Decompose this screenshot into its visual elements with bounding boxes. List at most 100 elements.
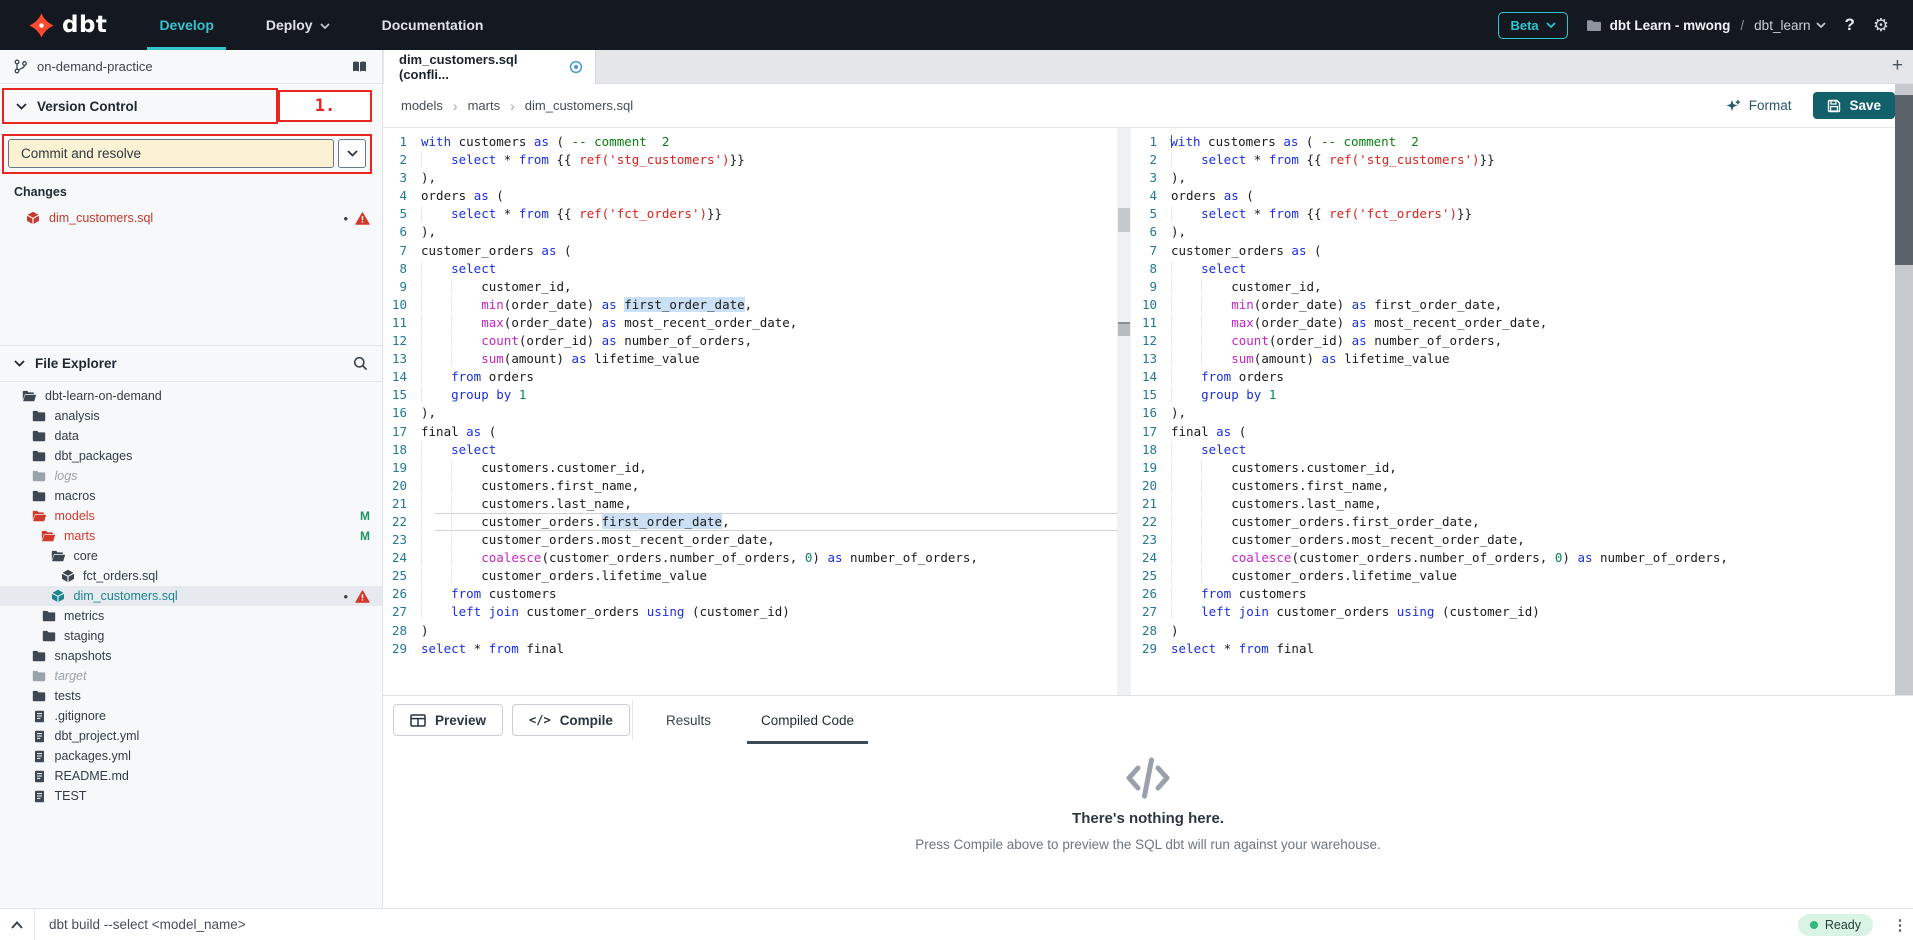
code-line-5[interactable]: 5 select * from {{ ref('fct_orders')}} xyxy=(383,205,1117,223)
code-line-16[interactable]: 16), xyxy=(1133,404,1878,422)
code-line-9[interactable]: 9 customer_id, xyxy=(1133,278,1878,296)
code-line-6[interactable]: 6), xyxy=(1133,223,1878,241)
dbt-logo[interactable]: dbt xyxy=(0,12,133,39)
code-line-27[interactable]: 27 left join customer_orders using (cust… xyxy=(1133,603,1878,621)
code-line-29[interactable]: 29select * from final xyxy=(1133,640,1878,658)
tree-item-target[interactable]: target xyxy=(0,666,382,686)
tree-item-packages-yml[interactable]: packages.yml xyxy=(0,746,382,766)
tree-item-metrics[interactable]: metrics xyxy=(0,606,382,626)
code-line-6[interactable]: 6), xyxy=(383,223,1117,241)
code-line-26[interactable]: 26 from customers xyxy=(1133,585,1878,603)
code-line-29[interactable]: 29select * from final xyxy=(383,640,1117,658)
search-icon[interactable] xyxy=(353,356,368,371)
tree-item-marts[interactable]: martsM xyxy=(0,526,382,546)
scrollbar-thumb[interactable] xyxy=(1895,95,1913,265)
code-line-15[interactable]: 15 group by 1 xyxy=(1133,386,1878,404)
docs-book-icon[interactable] xyxy=(351,60,368,74)
code-line-19[interactable]: 19 customers.customer_id, xyxy=(383,459,1117,477)
tree-item-fct-orders-sql[interactable]: fct_orders.sql xyxy=(0,566,382,586)
code-line-19[interactable]: 19 customers.customer_id, xyxy=(1133,459,1878,477)
command-input[interactable]: dbt build --select <model_name> xyxy=(35,917,1798,932)
code-line-10[interactable]: 10 min(order_date) as first_order_date, xyxy=(383,296,1117,314)
commit-dropdown-button[interactable] xyxy=(338,139,366,168)
code-line-4[interactable]: 4orders as ( xyxy=(383,187,1117,205)
code-line-17[interactable]: 17final as ( xyxy=(1133,423,1878,441)
tab-dim-customers[interactable]: dim_customers.sql (confli... xyxy=(384,50,596,84)
code-line-23[interactable]: 23 customer_orders.most_recent_order_dat… xyxy=(383,531,1117,549)
tree-item-dbt-project-yml[interactable]: dbt_project.yml xyxy=(0,726,382,746)
code-line-11[interactable]: 11 max(order_date) as most_recent_order_… xyxy=(383,314,1117,332)
branch-selector[interactable]: on-demand-practice xyxy=(0,50,382,84)
editor-pane-left[interactable]: 1with customers as ( -- comment 22 selec… xyxy=(383,128,1117,695)
code-line-20[interactable]: 20 customers.first_name, xyxy=(1133,477,1878,495)
code-line-24[interactable]: 24 coalesce(customer_orders.number_of_or… xyxy=(383,549,1117,567)
changed-file-dim-customers[interactable]: dim_customers.sql • xyxy=(0,207,382,229)
code-line-22[interactable]: 22 customer_orders.first_order_date, xyxy=(383,513,1117,531)
code-line-11[interactable]: 11 max(order_date) as most_recent_order_… xyxy=(1133,314,1878,332)
code-line-14[interactable]: 14 from orders xyxy=(1133,368,1878,386)
gear-icon[interactable]: ⚙ xyxy=(1873,15,1889,36)
code-line-13[interactable]: 13 sum(amount) as lifetime_value xyxy=(383,350,1117,368)
new-tab-button[interactable]: + xyxy=(1892,55,1903,77)
code-line-8[interactable]: 8 select xyxy=(1133,260,1878,278)
tree-item-dbt-learn-on-demand[interactable]: dbt-learn-on-demand xyxy=(0,386,382,406)
save-button[interactable]: Save xyxy=(1813,92,1895,119)
compile-button[interactable]: </> Compile xyxy=(512,704,630,736)
version-control-header[interactable]: Version Control xyxy=(2,88,278,124)
code-line-3[interactable]: 3), xyxy=(383,169,1117,187)
tree-item-snapshots[interactable]: snapshots xyxy=(0,646,382,666)
code-line-21[interactable]: 21 customers.last_name, xyxy=(383,495,1117,513)
code-line-7[interactable]: 7customer_orders as ( xyxy=(1133,242,1878,260)
tab-results[interactable]: Results xyxy=(666,696,711,744)
code-line-8[interactable]: 8 select xyxy=(383,260,1117,278)
account-project-switcher[interactable]: dbt Learn - mwong / dbt_learn xyxy=(1586,18,1827,33)
code-line-25[interactable]: 25 customer_orders.lifetime_value xyxy=(383,567,1117,585)
tree-item-logs[interactable]: logs xyxy=(0,466,382,486)
code-line-14[interactable]: 14 from orders xyxy=(383,368,1117,386)
nav-deploy[interactable]: Deploy xyxy=(240,0,356,50)
code-line-17[interactable]: 17final as ( xyxy=(383,423,1117,441)
help-icon[interactable]: ? xyxy=(1844,15,1854,35)
breadcrumb-models[interactable]: models xyxy=(401,98,443,113)
code-line-12[interactable]: 12 count(order_id) as number_of_orders, xyxy=(1133,332,1878,350)
code-line-2[interactable]: 2 select * from {{ ref('stg_customers')}… xyxy=(383,151,1117,169)
code-line-13[interactable]: 13 sum(amount) as lifetime_value xyxy=(1133,350,1878,368)
code-line-9[interactable]: 9 customer_id, xyxy=(383,278,1117,296)
preview-button[interactable]: Preview xyxy=(393,704,503,736)
code-line-27[interactable]: 27 left join customer_orders using (cust… xyxy=(383,603,1117,621)
code-line-15[interactable]: 15 group by 1 xyxy=(383,386,1117,404)
code-line-1[interactable]: 1with customers as ( -- comment 2 xyxy=(1133,133,1878,151)
tree-item-dbt-packages[interactable]: dbt_packages xyxy=(0,446,382,466)
tree-item-dim-customers-sql[interactable]: dim_customers.sql• xyxy=(0,586,382,606)
code-line-20[interactable]: 20 customers.first_name, xyxy=(383,477,1117,495)
code-line-10[interactable]: 10 min(order_date) as first_order_date, xyxy=(1133,296,1878,314)
tab-compiled-code[interactable]: Compiled Code xyxy=(761,696,854,744)
tree-item-test[interactable]: TEST xyxy=(0,786,382,806)
code-line-18[interactable]: 18 select xyxy=(1133,441,1878,459)
code-line-5[interactable]: 5 select * from {{ ref('fct_orders')}} xyxy=(1133,205,1878,223)
code-line-28[interactable]: 28) xyxy=(1133,622,1878,640)
editor-pane-right[interactable]: 1with customers as ( -- comment 22 selec… xyxy=(1133,128,1878,695)
tree-item-macros[interactable]: macros xyxy=(0,486,382,506)
vertical-scrollbar[interactable] xyxy=(1895,84,1913,695)
breadcrumb-marts[interactable]: marts xyxy=(468,98,501,113)
format-button[interactable]: Format xyxy=(1725,98,1792,114)
code-line-23[interactable]: 23 customer_orders.most_recent_order_dat… xyxy=(1133,531,1878,549)
code-line-12[interactable]: 12 count(order_id) as number_of_orders, xyxy=(383,332,1117,350)
code-line-18[interactable]: 18 select xyxy=(383,441,1117,459)
chevron-up-icon[interactable] xyxy=(0,921,34,929)
tree-item-staging[interactable]: staging xyxy=(0,626,382,646)
code-line-4[interactable]: 4orders as ( xyxy=(1133,187,1878,205)
code-line-3[interactable]: 3), xyxy=(1133,169,1878,187)
breadcrumb-file[interactable]: dim_customers.sql xyxy=(525,98,633,113)
tree-item--gitignore[interactable]: .gitignore xyxy=(0,706,382,726)
file-explorer-header[interactable]: File Explorer xyxy=(0,345,382,382)
nav-documentation[interactable]: Documentation xyxy=(356,0,510,50)
commit-and-resolve-button[interactable]: Commit and resolve xyxy=(8,139,334,168)
code-line-24[interactable]: 24 coalesce(customer_orders.number_of_or… xyxy=(1133,549,1878,567)
tree-item-models[interactable]: modelsM xyxy=(0,506,382,526)
left-pane-scrollbar[interactable] xyxy=(1117,128,1131,695)
code-line-7[interactable]: 7customer_orders as ( xyxy=(383,242,1117,260)
tree-item-tests[interactable]: tests xyxy=(0,686,382,706)
tree-item-core[interactable]: core xyxy=(0,546,382,566)
